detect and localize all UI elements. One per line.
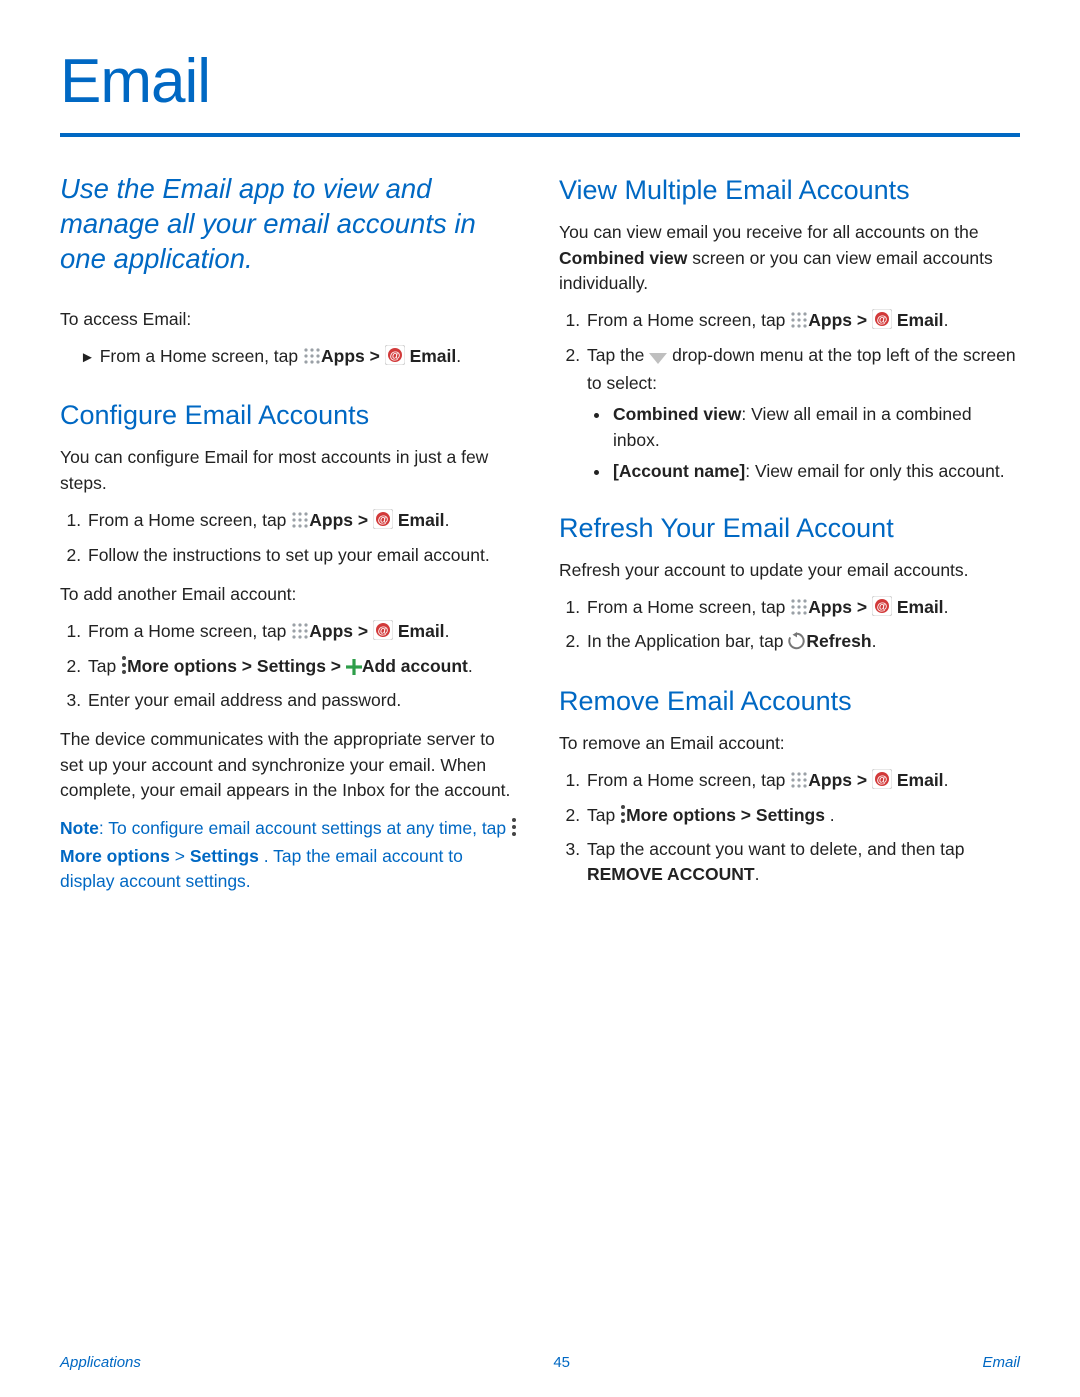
list-item: [Account name]: View email for only this… bbox=[611, 459, 1020, 484]
content-columns: Use the Email app to view and manage all… bbox=[60, 171, 1020, 907]
plus-icon bbox=[346, 657, 362, 682]
access-step: ► From a Home screen, tap Apps > Email. bbox=[80, 344, 521, 372]
footer-right: Email bbox=[982, 1354, 1020, 1371]
apps-grid-icon bbox=[790, 771, 808, 796]
intro-text: Use the Email app to view and manage all… bbox=[60, 171, 521, 277]
view-options: Combined view: View all email in a combi… bbox=[587, 402, 1020, 484]
add-label: To add another Email account: bbox=[60, 582, 521, 607]
view-steps: From a Home screen, tap Apps > Email. Ta… bbox=[559, 308, 1020, 484]
list-item: From a Home screen, tap Apps > Email. bbox=[585, 308, 1020, 336]
remove-account-label: REMOVE ACCOUNT bbox=[587, 864, 755, 884]
configure-heading: Configure Email Accounts bbox=[60, 396, 521, 435]
apps-grid-icon bbox=[790, 311, 808, 336]
configure-steps: From a Home screen, tap Apps > Email. Fo… bbox=[60, 508, 521, 568]
list-item: Combined view: View all email in a combi… bbox=[611, 402, 1020, 453]
email-app-icon bbox=[872, 596, 892, 623]
email-app-icon bbox=[385, 345, 405, 372]
refresh-intro: Refresh your account to update your emai… bbox=[559, 558, 1020, 583]
title-rule bbox=[60, 133, 1020, 137]
footer-left: Applications bbox=[60, 1354, 141, 1371]
right-column: View Multiple Email Accounts You can vie… bbox=[559, 171, 1020, 907]
list-item: Tap the drop-down menu at the top left o… bbox=[585, 343, 1020, 485]
page-title: Email bbox=[60, 46, 1020, 117]
email-app-icon bbox=[373, 509, 393, 536]
list-item: From a Home screen, tap Apps > Email. bbox=[585, 595, 1020, 623]
apps-grid-icon bbox=[291, 511, 309, 536]
more-options-icon bbox=[511, 817, 517, 844]
list-item: From a Home screen, tap Apps > Email. bbox=[86, 508, 521, 536]
list-item: In the Application bar, tap Refresh. bbox=[585, 629, 1020, 657]
left-column: Use the Email app to view and manage all… bbox=[60, 171, 521, 907]
email-app-icon bbox=[872, 769, 892, 796]
list-item: Follow the instructions to set up your e… bbox=[86, 543, 521, 568]
remove-steps: From a Home screen, tap Apps > Email. Ta… bbox=[559, 768, 1020, 888]
remove-intro: To remove an Email account: bbox=[559, 731, 1020, 756]
page-number: 45 bbox=[553, 1354, 570, 1371]
configure-outro: The device communicates with the appropr… bbox=[60, 727, 521, 803]
list-item: Tap More options > Settings > Add accoun… bbox=[86, 654, 521, 682]
apps-grid-icon bbox=[790, 598, 808, 623]
refresh-heading: Refresh Your Email Account bbox=[559, 509, 1020, 548]
configure-intro: You can configure Email for most account… bbox=[60, 445, 521, 496]
email-app-icon bbox=[373, 620, 393, 647]
page-footer: Applications 45 Email bbox=[60, 1354, 1020, 1371]
apps-grid-icon bbox=[291, 622, 309, 647]
remove-heading: Remove Email Accounts bbox=[559, 682, 1020, 721]
refresh-icon bbox=[788, 632, 806, 657]
add-steps: From a Home screen, tap Apps > Email. Ta… bbox=[60, 619, 521, 713]
apps-grid-icon bbox=[303, 347, 321, 372]
manual-page: Email Use the Email app to view and mana… bbox=[0, 0, 1080, 1397]
access-label: To access Email: bbox=[60, 307, 521, 332]
refresh-steps: From a Home screen, tap Apps > Email. In… bbox=[559, 595, 1020, 658]
list-item: Tap the account you want to delete, and … bbox=[585, 837, 1020, 888]
email-app-icon bbox=[872, 309, 892, 336]
list-item: From a Home screen, tap Apps > Email. bbox=[585, 768, 1020, 796]
view-intro: You can view email you receive for all a… bbox=[559, 220, 1020, 296]
list-item: Enter your email address and password. bbox=[86, 688, 521, 713]
note-text: Note: To configure email account setting… bbox=[60, 816, 521, 895]
play-arrow-icon: ► bbox=[80, 349, 95, 366]
dropdown-icon bbox=[649, 346, 667, 371]
list-item: From a Home screen, tap Apps > Email. bbox=[86, 619, 521, 647]
view-heading: View Multiple Email Accounts bbox=[559, 171, 1020, 210]
list-item: Tap More options > Settings . bbox=[585, 803, 1020, 831]
